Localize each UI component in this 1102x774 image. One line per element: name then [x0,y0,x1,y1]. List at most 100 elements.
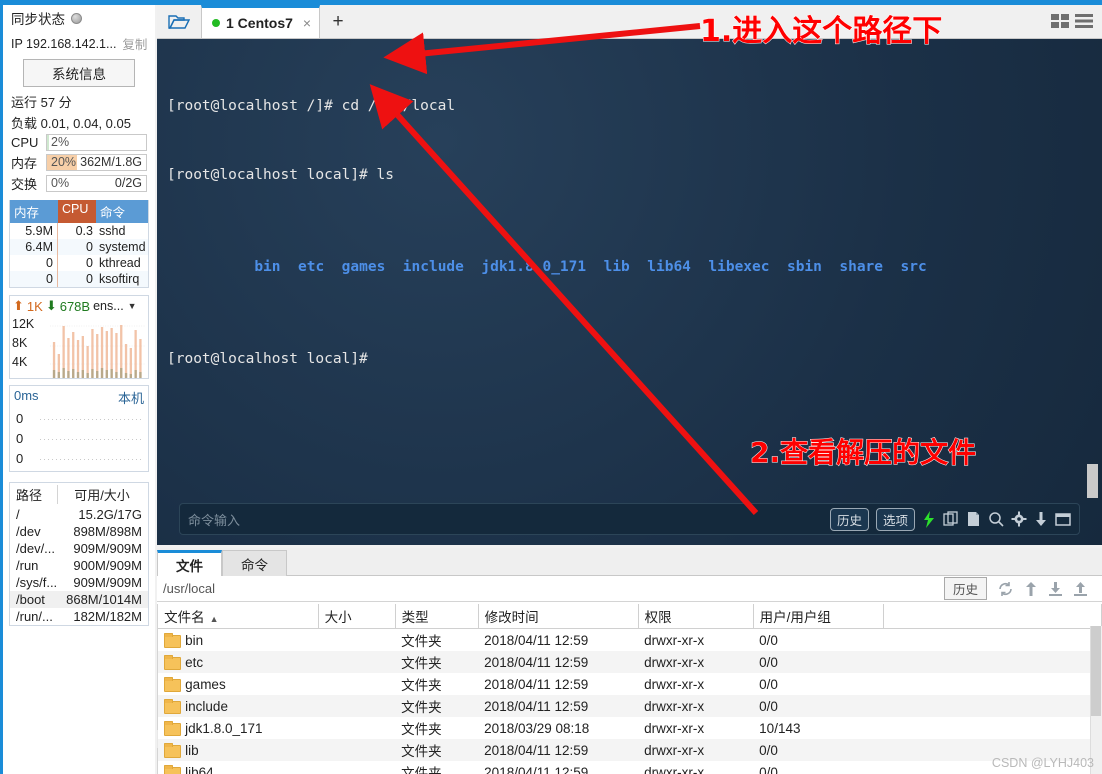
paste-icon[interactable] [966,511,981,528]
process-cpu: 0 [86,272,93,286]
terminal-tab-centos7[interactable]: 1 Centos7 × [201,5,321,38]
download-to-icon[interactable] [1048,581,1063,597]
table-row[interactable]: 6.4M 0 systemd [10,239,148,255]
network-interface-select[interactable]: ens... [93,299,124,313]
file-history-button[interactable]: 历史 [943,577,987,600]
chevron-down-icon[interactable]: ▼ [128,301,137,311]
command-input-bar[interactable]: 命令输入 历史 选项 [179,503,1080,535]
col-header-type[interactable]: 类型 [395,604,479,629]
uptime-label: 运行 57 分 [11,95,72,110]
copy-ip-button[interactable]: 复制 [122,34,147,53]
table-row[interactable]: lib64 文件夹 2018/04/11 12:59 drwxr-xr-x 0/… [158,761,1101,774]
file-name-cell: jdk1.8.0_171 [158,717,318,739]
disk-header-path[interactable]: 路径 [12,485,58,504]
table-row[interactable]: lib 文件夹 2018/04/11 12:59 drwxr-xr-x 0/0 [158,739,1102,761]
grid-view-icon[interactable] [1050,13,1070,34]
download-icon[interactable] [1034,511,1048,528]
table-row[interactable]: / 15.2G/17G [10,506,148,523]
swap-meter-row: 交换 0% 0/2G [3,173,155,194]
disk-table-header: 路径 可用/大小 [10,483,148,506]
swap-meter-label: 交换 [11,177,38,192]
sync-status-indicator-icon [71,12,82,24]
table-row[interactable]: games 文件夹 2018/04/11 12:59 drwxr-xr-x 0/… [158,673,1101,695]
process-mem: 5.9M [10,223,58,239]
list-view-icon[interactable] [1074,13,1094,34]
path-toolbar: 历史 [943,577,1102,600]
new-tab-button[interactable]: + [320,5,356,38]
ls-item-games: games [341,259,386,275]
file-table-body: bin 文件夹 2018/04/11 12:59 drwxr-xr-x 0/0 … [158,629,1102,774]
process-header-cmd[interactable]: 命令 [96,200,148,223]
history-button[interactable]: 历史 [829,507,869,531]
file-name: bin [185,632,204,648]
close-icon[interactable]: × [303,15,311,31]
current-path[interactable]: /usr/local [163,581,215,596]
col-header-mtime[interactable]: 修改时间 [478,604,639,629]
tab-commands[interactable]: 命令 [222,550,287,576]
folder-icon [164,655,182,670]
table-row[interactable]: /sys/f... 909M/909M [10,574,148,591]
latency-target-label: 本机 [117,391,144,406]
table-row[interactable]: include 文件夹 2018/04/11 12:59 drwxr-xr-x … [158,695,1102,717]
window-icon[interactable] [1055,511,1071,528]
file-name-cell: lib64 [158,761,318,774]
table-row[interactable]: bin 文件夹 2018/04/11 12:59 drwxr-xr-x 0/0 [158,629,1101,652]
table-row[interactable]: /run/... 182M/182M [10,608,148,625]
file-type: 文件夹 [401,634,442,649]
table-row[interactable]: /dev/... 909M/909M [10,540,148,557]
disk-size: 900M/909M [73,558,142,573]
terminal-scrollbar[interactable] [1086,39,1100,545]
process-cmd: systemd [99,240,146,254]
latency-gridline [40,459,144,460]
terminal-output-area[interactable]: [root@localhost /]# cd /usr/local [root@… [157,39,1102,545]
disk-size: 15.2G/17G [78,507,142,522]
ls-item-include: include [402,259,464,275]
ls-item-etc: etc [297,259,325,275]
col-header-perm[interactable]: 权限 [638,604,754,629]
upload-icon[interactable] [1024,581,1038,597]
col-header-size[interactable]: 大小 [318,604,396,629]
search-icon[interactable] [988,511,1004,528]
table-row[interactable]: etc 文件夹 2018/04/11 12:59 drwxr-xr-x 0/0 [158,651,1102,673]
col-header-owner[interactable]: 用户/用户组 [753,604,884,629]
file-list-scrollbar-thumb[interactable] [1090,626,1101,716]
disk-path: /dev/... [16,541,56,556]
file-type: 文件夹 [401,766,442,774]
tab-files[interactable]: 文件 [157,550,222,576]
process-mem: 0 [10,255,58,271]
process-header-cpu[interactable]: CPU [58,200,96,223]
latency-panel: 0ms 本机 0 0 0 [9,385,149,472]
file-list-scrollbar[interactable] [1089,626,1102,774]
disk-header-size[interactable]: 可用/大小 [58,485,146,504]
ls-item-sbin: sbin [786,259,822,275]
file-size [318,761,395,774]
col-header-filename[interactable]: 文件名 ▲ [158,604,319,629]
table-row[interactable]: /dev 898M/898M [10,523,148,540]
network-traffic-panel: ⬆ 1K ⬇ 678B ens... ▼ 12K 8K 4K [9,295,149,379]
folder-open-icon [168,14,190,29]
terminal-scrollbar-thumb[interactable] [1087,464,1098,498]
lightning-icon[interactable] [922,510,936,528]
file-owner: 0/0 [759,632,778,648]
upload-to-icon[interactable] [1073,581,1088,597]
table-row[interactable]: /boot 868M/1014M [10,591,148,608]
open-folder-button[interactable] [157,5,201,38]
options-button[interactable]: 选项 [875,507,915,531]
file-size [318,651,395,673]
table-row[interactable]: /run 900M/909M [10,557,148,574]
table-row[interactable]: jdk1.8.0_171 文件夹 2018/03/29 08:18 drwxr-… [158,717,1101,739]
disk-path: /run/... [16,609,53,624]
process-header-mem[interactable]: 内存 [10,200,58,223]
latency-chart-body: 0 0 0 [10,409,148,471]
system-info-button[interactable]: 系统信息 [23,59,135,87]
table-row[interactable]: 5.9M 0.3 sshd [10,223,148,239]
memory-meter-label: 内存 [11,156,38,171]
refresh-icon[interactable] [997,581,1014,597]
table-row[interactable]: 0 0 kthread [10,255,148,271]
command-input[interactable]: 命令输入 [188,510,240,529]
copy-icon[interactable] [943,510,959,528]
ls-item-share: share [839,259,884,275]
gear-icon[interactable] [1011,511,1027,528]
file-table-header-row: 文件名 ▲ 大小 类型 修改时间 权限 用户/用户组 [158,604,1102,629]
table-row[interactable]: 0 0 ksoftirq [10,271,148,287]
